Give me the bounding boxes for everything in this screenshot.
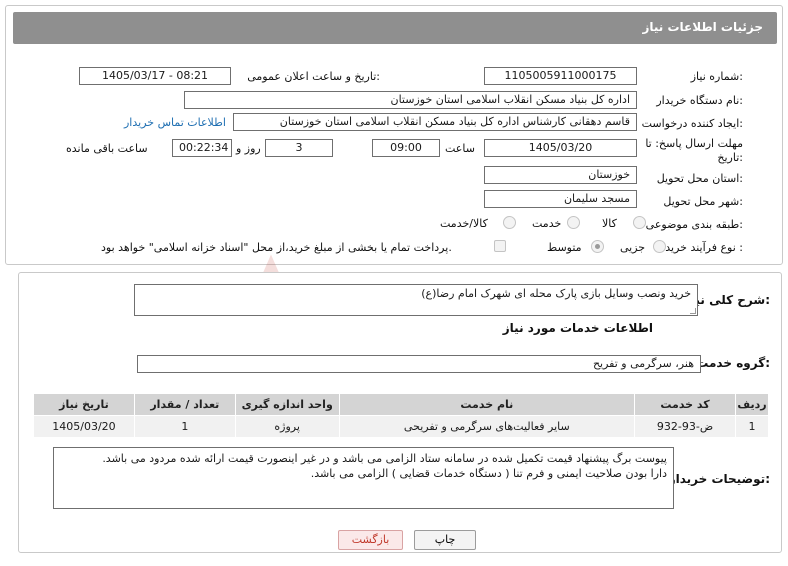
payment-note: پرداخت تمام یا بخشی از مبلغ خرید،از محل … [101,241,452,254]
services-table: تاریخ نیاز تعداد / مقدار واحد اندازه گیر… [33,393,770,438]
col-unit: واحد اندازه گیری [234,393,340,416]
cell-row: 1 [734,415,770,438]
requester-label: ایجاد کننده درخواست: [641,117,743,130]
col-need-date: تاریخ نیاز [33,393,135,416]
category-radio-goods-service[interactable] [503,216,516,229]
category-label: طبقه بندی موضوعی: [645,218,743,231]
buyer-org-label: نام دستگاه خریدار: [656,94,743,107]
category-option-goods-service: کالا/خدمت [440,217,488,230]
category-option-service: خدمت [532,217,562,230]
remaining-time-field: 00:22:34 [172,139,232,157]
buyer-notes-label: توضیحات خریدار: [668,472,770,486]
deadline-label-1: مهلت ارسال پاسخ: تا [645,137,743,150]
payment-checkbox[interactable] [494,240,506,252]
services-section-title: اطلاعات خدمات مورد نیاز [502,321,653,335]
page-title: جزئیات اطلاعات نیاز [642,20,763,34]
cell-quantity: 1 [133,415,236,438]
buyer-notes-line1: پیوست برگ پیشنهاد قیمت تکمیل شده در ساما… [102,452,667,465]
col-service-code: کد خدمت [634,393,736,416]
days-label: روز و [236,142,261,155]
col-service-name: نام خدمت [338,393,636,416]
buyer-notes-line2: دارا بودن صلاحیت ایمنی و فرم تنا ( دستگا… [310,467,667,480]
process-radio-minor[interactable] [653,240,666,253]
city-field: مسجد سلیمان [484,190,637,208]
cell-service-code: ض-93-932 [634,415,736,438]
table-header-row: تاریخ نیاز تعداد / مقدار واحد اندازه گیر… [33,393,770,416]
city-label: شهر محل تحویل: [663,195,743,208]
resize-handle-icon[interactable] [690,308,696,314]
contact-buyer-link[interactable]: اطلاعات تماس خریدار [124,116,226,129]
deadline-label-2: تاریخ: [717,151,743,164]
category-radio-goods[interactable] [633,216,646,229]
summary-value: خرید ونصب وسایل بازی پارک محله ای شهرک ا… [421,287,691,300]
remaining-label: ساعت باقی مانده [66,142,148,155]
service-group-field: هنر، سرگرمی و تفریح [137,355,701,373]
col-row: ردیف [734,393,770,416]
cell-service-name: سایر فعالیت‌های سرگرمی و تفریحی [338,415,636,438]
announce-field: 1405/03/17 - 08:21 [79,67,231,85]
announce-label: تاریخ و ساعت اعلان عمومی: [247,70,380,83]
days-field: 3 [265,139,333,157]
summary-textarea[interactable]: خرید ونصب وسایل بازی پارک محله ای شهرک ا… [134,284,698,316]
buyer-org-field: اداره کل بنیاد مسکن انقلاب اسلامی استان … [184,91,637,109]
province-field: خوزستان [484,166,637,184]
category-option-goods: کالا [602,217,617,230]
page-header: جزئیات اطلاعات نیاز [13,12,777,44]
deadline-time-field: 09:00 [372,139,440,157]
buyer-notes-box: پیوست برگ پیشنهاد قیمت تکمیل شده در ساما… [53,447,674,509]
need-number-field: 1105005911000175 [484,67,637,85]
need-number-label: شماره نیاز: [690,70,743,83]
cell-need-date: 1405/03/20 [33,415,135,438]
category-radio-service[interactable] [567,216,580,229]
process-radio-medium[interactable] [591,240,604,253]
service-group-label: گروه خدمت: [696,356,770,370]
table-row: 1405/03/20 1 پروژه سایر فعالیت‌های سرگرم… [33,415,770,438]
process-option-medium: متوسط [547,241,582,254]
time-label: ساعت [445,142,475,155]
cell-unit: پروژه [234,415,340,438]
process-label: نوع فرآیند خرید : [665,241,743,254]
col-quantity: تعداد / مقدار [133,393,236,416]
print-button[interactable]: چاپ [414,530,476,550]
requester-field: قاسم دهقانی کارشناس اداره کل بنیاد مسکن … [233,113,637,131]
process-option-minor: جزیی [620,241,646,254]
back-button[interactable]: بازگشت [338,530,403,550]
deadline-date-field: 1405/03/20 [484,139,637,157]
province-label: استان محل تحویل: [656,172,743,185]
